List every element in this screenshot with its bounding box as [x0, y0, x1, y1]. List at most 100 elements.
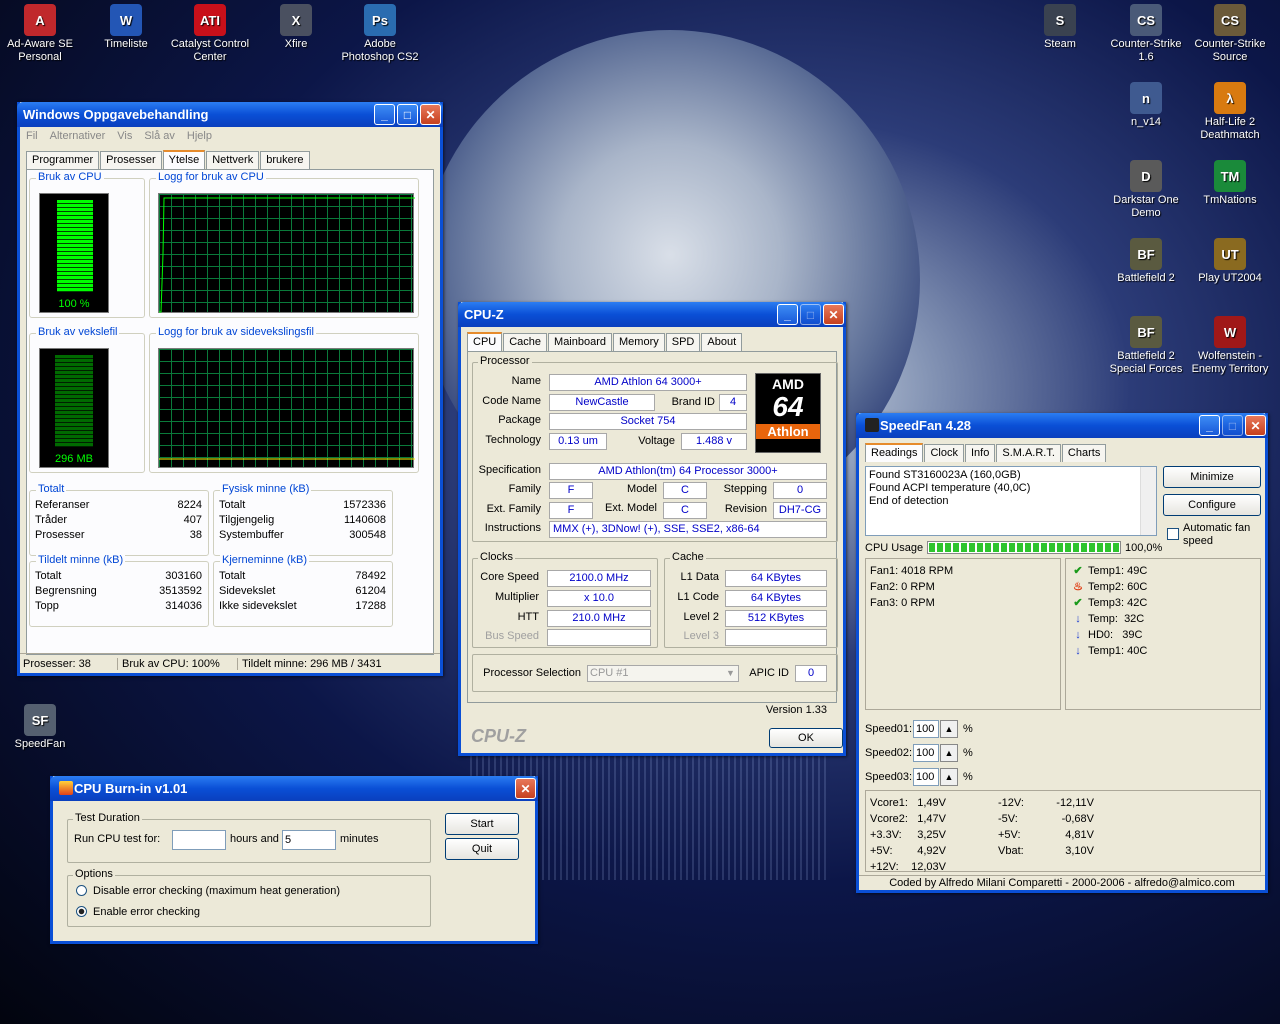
desktop-icon[interactable]: λ Half-Life 2 Deathmatch: [1190, 82, 1270, 142]
close-button[interactable]: ✕: [420, 104, 441, 125]
multiplier-label: Multiplier: [494, 591, 539, 603]
icon-label: Counter-Strike Source: [1194, 38, 1266, 63]
desktop-icon[interactable]: W Timeliste: [86, 4, 166, 51]
cpu-usage-label: CPU Usage: [865, 542, 924, 554]
tab[interactable]: CPU: [467, 332, 503, 352]
voltage-value: 1,49V: [917, 797, 946, 809]
instructions-label: Instructions: [484, 522, 541, 534]
stat-row: Referanser 8224: [35, 499, 202, 511]
group-label: Kjerneminne (kB): [220, 554, 309, 566]
cpuz-titlebar[interactable]: CPU-Z _ □ ✕: [458, 302, 846, 327]
menu-item[interactable]: Slå av: [144, 130, 175, 142]
start-button[interactable]: Start: [445, 813, 519, 835]
tab[interactable]: Readings: [865, 443, 924, 463]
tab[interactable]: SPD: [665, 333, 701, 351]
disable-error-radio[interactable]: [76, 885, 87, 896]
close-button[interactable]: ✕: [515, 778, 536, 799]
htt-value: 210.0 MHz: [547, 610, 651, 627]
icon-glyph: X: [291, 12, 301, 28]
tab[interactable]: Programmer: [26, 151, 100, 169]
stepper-icon[interactable]: ▲: [940, 720, 958, 738]
voltage-row: +5V: 4,92V: [870, 843, 946, 859]
icon-label: Play UT2004: [1198, 272, 1262, 284]
tab[interactable]: Cache: [503, 333, 548, 351]
logo-64-text: 64: [772, 391, 804, 422]
speed-input[interactable]: 100: [913, 720, 939, 738]
desktop-icon[interactable]: SF SpeedFan: [0, 704, 80, 751]
menu-item[interactable]: Hjelp: [187, 130, 212, 142]
tab[interactable]: brukere: [260, 151, 310, 169]
chevron-down-icon[interactable]: ▼: [723, 666, 738, 681]
desktop-icon[interactable]: n n_v14: [1106, 82, 1186, 129]
detection-log[interactable]: Found ST3160023A (160,0GB) Found ACPI tem…: [865, 466, 1157, 536]
group-label: Fysisk minne (kB): [220, 483, 312, 495]
icon-glyph: SF: [31, 712, 49, 728]
apic-id-label: APIC ID: [749, 667, 789, 679]
tab[interactable]: Nettverk: [206, 151, 260, 169]
desktop-icon[interactable]: BF Battlefield 2 Special Forces: [1106, 316, 1186, 376]
tab[interactable]: Clock: [924, 444, 964, 462]
icon-label: Catalyst Control Center: [170, 38, 250, 63]
app-icon: CS: [1214, 4, 1246, 36]
icon-glyph: TM: [1220, 168, 1240, 184]
desktop-icon[interactable]: UT Play UT2004: [1190, 238, 1270, 285]
tab[interactable]: Memory: [613, 333, 665, 351]
menu-item[interactable]: Fil: [26, 130, 38, 142]
task-manager-titlebar[interactable]: Windows Oppgavebehandling _ □ ✕: [17, 102, 443, 127]
revision-value: DH7-CG: [773, 502, 827, 519]
desktop-icon[interactable]: CS Counter-Strike 1.6: [1106, 4, 1186, 64]
ext-family-label: Ext. Family: [486, 503, 541, 515]
quit-button[interactable]: Quit: [445, 838, 519, 860]
speed-input[interactable]: 100: [913, 768, 939, 786]
enable-error-radio[interactable]: [76, 906, 87, 917]
tab[interactable]: Prosesser: [100, 151, 162, 169]
ext-model-value: C: [663, 502, 707, 519]
configure-button[interactable]: Configure: [1163, 494, 1261, 516]
tab[interactable]: Ytelse: [162, 150, 206, 170]
maximize-button[interactable]: □: [397, 104, 418, 125]
stepper-icon[interactable]: ▲: [940, 744, 958, 762]
close-button[interactable]: ✕: [823, 304, 844, 325]
tab[interactable]: About: [701, 333, 743, 351]
menu-item[interactable]: Alternativer: [50, 130, 106, 142]
minutes-input[interactable]: 5: [282, 830, 336, 850]
voltage-label: Vcore1:: [870, 797, 908, 809]
stat-value: 1140608: [343, 514, 386, 526]
desktop-icon[interactable]: TM TmNations: [1190, 160, 1270, 207]
menu-item[interactable]: Vis: [117, 130, 132, 142]
scrollbar[interactable]: [1140, 467, 1156, 535]
tab[interactable]: S.M.A.R.T.: [996, 444, 1061, 462]
stat-row: Ikke sidevekslet 17288: [219, 600, 386, 612]
desktop-icon[interactable]: W Wolfenstein - Enemy Territory: [1190, 316, 1270, 376]
group-label: Bruk av vekslefil: [36, 326, 120, 338]
processor-select[interactable]: CPU #1: [587, 665, 739, 682]
stepper-icon[interactable]: ▲: [940, 768, 958, 786]
icon-label: Counter-Strike 1.6: [1110, 38, 1182, 63]
desktop-icon[interactable]: D Darkstar One Demo: [1106, 160, 1186, 220]
icon-label: Adobe Photoshop CS2: [341, 38, 419, 63]
desktop-icon[interactable]: X Xfire: [256, 4, 336, 51]
speed-input[interactable]: 100: [913, 744, 939, 762]
minimize-button[interactable]: _: [777, 304, 798, 325]
tab[interactable]: Charts: [1061, 444, 1107, 462]
automatic-fan-checkbox[interactable]: [1167, 528, 1179, 540]
close-button[interactable]: ✕: [1245, 415, 1266, 436]
minimize-button[interactable]: _: [374, 104, 395, 125]
speedfan-titlebar[interactable]: SpeedFan 4.28 _ □ ✕: [856, 413, 1268, 438]
processor-selection-group: Processor Selection CPU #1 ▼ APIC ID 0: [472, 654, 838, 692]
desktop-icon[interactable]: S Steam: [1020, 4, 1100, 51]
tab[interactable]: Mainboard: [548, 333, 613, 351]
voltages-panel: Vcore1: 1,49V Vcore2: 1,47V +3.3V: 3,25V +5V: 4…: [865, 790, 1261, 873]
desktop-icon[interactable]: CS Counter-Strike Source: [1190, 4, 1270, 64]
burnin-titlebar[interactable]: CPU Burn-in v1.01 ✕: [50, 776, 538, 801]
ok-button[interactable]: OK: [769, 728, 843, 748]
hours-input[interactable]: [172, 830, 226, 850]
minimize-speedfan-button[interactable]: Minimize: [1163, 466, 1261, 488]
minimize-button[interactable]: _: [1199, 415, 1220, 436]
desktop-icon[interactable]: A Ad-Aware SE Personal: [0, 4, 80, 64]
desktop-icon[interactable]: BF Battlefield 2: [1106, 238, 1186, 285]
desktop-icon[interactable]: ATI Catalyst Control Center: [170, 4, 250, 64]
tab[interactable]: Info: [965, 444, 996, 462]
voltage-value: 1,47V: [917, 813, 946, 825]
desktop-icon[interactable]: Ps Adobe Photoshop CS2: [340, 4, 420, 64]
